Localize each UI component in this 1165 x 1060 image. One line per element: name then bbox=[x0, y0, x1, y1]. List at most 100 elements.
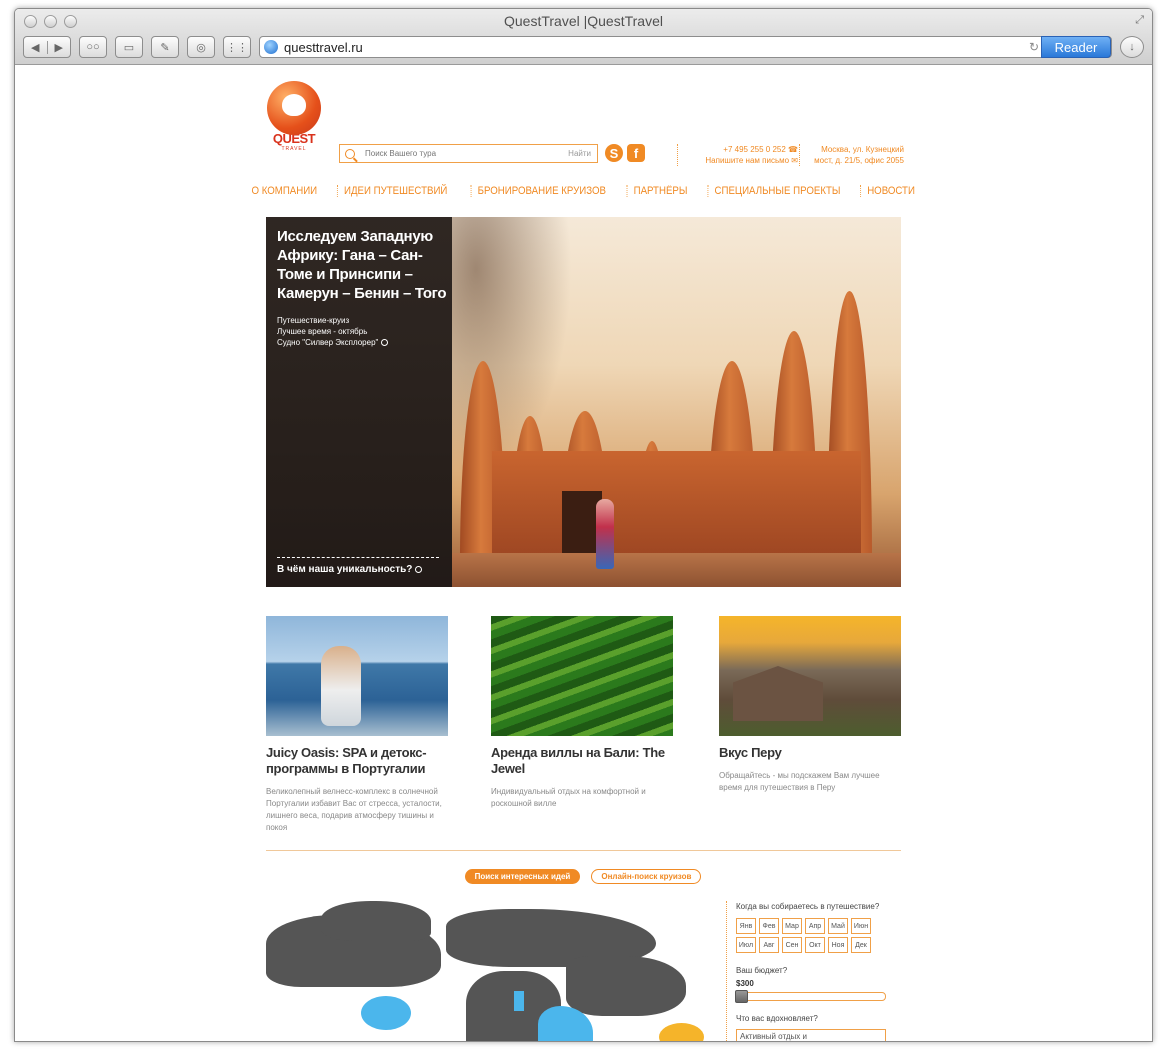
titlebar: QuestTravel |QuestTravel ⤢ ◀ ▶ ○○ ▭ ✎ ◎ … bbox=[15, 9, 1152, 65]
offer-title[interactable]: Аренда виллы на Бали: The Jewel bbox=[491, 745, 673, 777]
month-button[interactable]: Ноя bbox=[828, 937, 848, 953]
site-favicon-icon bbox=[264, 40, 278, 54]
map-red-sea[interactable] bbox=[514, 991, 524, 1011]
map-asia[interactable] bbox=[566, 956, 686, 1016]
phone-number[interactable]: +7 495 255 0 252 bbox=[723, 145, 786, 154]
inspire-select[interactable]: Активный отдых и bbox=[736, 1029, 886, 1041]
bookmarks-icon[interactable]: ▭ bbox=[115, 36, 143, 58]
offer-title[interactable]: Вкус Перу bbox=[719, 745, 901, 761]
facebook-icon[interactable]: f bbox=[627, 144, 645, 162]
month-button[interactable]: Июл bbox=[736, 937, 756, 953]
browser-toolbar: ◀ ▶ ○○ ▭ ✎ ◎ ⋮⋮ questtravel.ru ↻ Reader … bbox=[23, 36, 1144, 58]
trip-finder: Когда вы собираетесь в путешествие? Янв … bbox=[726, 901, 911, 1041]
hero-info-season: Лучшее время - октябрь bbox=[277, 327, 368, 336]
month-button[interactable]: Фев bbox=[759, 918, 779, 934]
world-map[interactable] bbox=[266, 901, 716, 1041]
reader-button[interactable]: Reader bbox=[1041, 36, 1111, 58]
search-icon bbox=[345, 148, 355, 159]
social-links: S f bbox=[605, 144, 645, 162]
nav-item-news[interactable]: НОВОСТИ bbox=[860, 185, 922, 197]
nav-item-partners[interactable]: ПАРТНЁРЫ bbox=[626, 185, 694, 197]
nav-item-special[interactable]: СПЕЦИАЛЬНЫЕ ПРОЕКТЫ bbox=[707, 185, 847, 197]
uniqueness-link-text[interactable]: В чём наша уникальность? bbox=[277, 564, 412, 575]
offer-description: Обращайтесь - мы подскажем Вам лучшее вр… bbox=[719, 771, 880, 792]
search-button[interactable]: Найти bbox=[568, 149, 591, 158]
search-tabs: Поиск интересных идей Онлайн-поиск круиз… bbox=[265, 869, 901, 884]
hero-info: Путешествие-круиз Лучшее время - октябрь… bbox=[277, 315, 389, 348]
when-label: Когда вы собираетесь в путешествие? bbox=[736, 902, 880, 911]
hero-wall bbox=[492, 451, 861, 561]
hero-info-ship-row: Судно "Силвер Эксплорер" bbox=[277, 337, 389, 348]
month-button[interactable]: Авг bbox=[759, 937, 779, 953]
top-sites-icon[interactable]: ⋮⋮ bbox=[223, 36, 251, 58]
tab-cruises[interactable]: Онлайн-поиск круизов bbox=[591, 869, 702, 884]
site-logo[interactable]: QUEST TRAVEL bbox=[267, 81, 321, 152]
map-caribbean-sea[interactable] bbox=[361, 996, 411, 1030]
hero-info-ship: Судно "Силвер Эксплорер" bbox=[277, 338, 379, 347]
section-divider bbox=[266, 850, 901, 851]
offer-description: Индивидуальный отдых на комфортной и рос… bbox=[491, 787, 646, 808]
hero-ground bbox=[452, 553, 901, 587]
month-button[interactable]: Июн bbox=[851, 918, 871, 934]
map-highlight-region[interactable] bbox=[659, 1023, 704, 1041]
month-button[interactable]: Окт bbox=[805, 937, 825, 953]
search-input[interactable] bbox=[363, 148, 569, 159]
back-forward-buttons: ◀ ▶ bbox=[23, 36, 71, 58]
month-picker: Янв Фев Мар Апр Май Июн Июл Авг Сен Окт … bbox=[736, 918, 911, 953]
hero-divider bbox=[277, 557, 439, 558]
month-button[interactable]: Сен bbox=[782, 937, 802, 953]
offer-cards: Juicy Oasis: SPA и детокс-программы в По… bbox=[266, 616, 902, 846]
browser-window: QuestTravel |QuestTravel ⤢ ◀ ▶ ○○ ▭ ✎ ◎ … bbox=[14, 8, 1153, 1042]
offer-description: Великолепный велнесс-комплекс в солнечно… bbox=[266, 787, 442, 832]
logo-mark bbox=[267, 81, 321, 135]
url-text[interactable]: questtravel.ru bbox=[284, 40, 363, 55]
month-button[interactable]: Май bbox=[828, 918, 848, 934]
phone-line: +7 495 255 0 252 ☎ bbox=[686, 144, 798, 155]
hero-banner[interactable]: Исследуем Западную Африку: Гана – Сан-То… bbox=[266, 217, 901, 587]
offer-image-yoga[interactable] bbox=[266, 616, 448, 736]
link-circle-icon bbox=[415, 565, 423, 573]
address-bar[interactable]: questtravel.ru ↻ Reader bbox=[259, 36, 1112, 58]
offer-image-peru[interactable] bbox=[719, 616, 901, 736]
offer-card[interactable]: Аренда виллы на Бали: The Jewel Индивиду… bbox=[491, 616, 673, 810]
tab-ideas[interactable]: Поиск интересных идей bbox=[464, 869, 581, 884]
fullscreen-icon[interactable]: ⤢ bbox=[1135, 14, 1144, 27]
forward-button[interactable]: ▶ bbox=[48, 41, 71, 54]
tools-icon[interactable]: ✎ bbox=[151, 36, 179, 58]
inspire-label: Что вас вдохновляет? bbox=[736, 1014, 818, 1023]
nav-item-ideas[interactable]: ИДЕИ ПУТЕШЕСТВИЙ bbox=[336, 185, 454, 197]
info-circle-icon[interactable] bbox=[381, 339, 389, 347]
offer-card[interactable]: Juicy Oasis: SPA и детокс-программы в По… bbox=[266, 616, 448, 834]
skype-icon[interactable]: S bbox=[605, 144, 623, 162]
map-canada-arctic[interactable] bbox=[321, 901, 431, 941]
email-line: Напишите нам письмо ✉ bbox=[686, 155, 798, 166]
month-button[interactable]: Дек bbox=[851, 937, 871, 953]
write-us-link[interactable]: Напишите нам письмо bbox=[705, 156, 789, 165]
search-box: Найти bbox=[339, 144, 598, 163]
hero-mosque-image bbox=[452, 291, 901, 561]
budget-slider[interactable] bbox=[735, 990, 886, 1003]
nav-item-cruises[interactable]: БРОНИРОВАНИЕ КРУИЗОВ bbox=[471, 185, 612, 197]
month-button[interactable]: Мар bbox=[782, 918, 802, 934]
offer-image-bali[interactable] bbox=[491, 616, 673, 736]
share-icon[interactable]: ◎ bbox=[187, 36, 215, 58]
month-button[interactable]: Янв bbox=[736, 918, 756, 934]
mail-icon: ✉ bbox=[791, 156, 798, 165]
address-line-2: мост, д. 21/5, офис 2055 bbox=[814, 156, 904, 165]
back-button[interactable]: ◀ bbox=[24, 40, 48, 54]
hero-title[interactable]: Исследуем Западную Африку: Гана – Сан-То… bbox=[277, 227, 447, 303]
offer-card[interactable]: Вкус Перу Обращайтесь - мы подскажем Вам… bbox=[719, 616, 901, 794]
reading-list-icon[interactable]: ○○ bbox=[79, 36, 107, 58]
hero-info-type: Путешествие-круиз bbox=[277, 316, 350, 325]
reload-icon[interactable]: ↻ bbox=[1029, 40, 1039, 54]
hero-person bbox=[596, 499, 614, 569]
downloads-icon[interactable]: ↓ bbox=[1120, 36, 1144, 58]
main-nav: О КОМПАНИИ ИДЕИ ПУТЕШЕСТВИЙ БРОНИРОВАНИЕ… bbox=[252, 185, 915, 197]
window-title: QuestTravel |QuestTravel bbox=[504, 13, 663, 29]
offer-title[interactable]: Juicy Oasis: SPA и детокс-программы в По… bbox=[266, 745, 448, 777]
address-line-1: Москва, ул. Кузнецкий bbox=[821, 145, 904, 154]
nav-item-about[interactable]: О КОМПАНИИ bbox=[246, 185, 324, 197]
month-button[interactable]: Апр bbox=[805, 918, 825, 934]
uniqueness-link[interactable]: В чём наша уникальность? bbox=[277, 564, 423, 575]
budget-slider-handle[interactable] bbox=[735, 990, 748, 1003]
